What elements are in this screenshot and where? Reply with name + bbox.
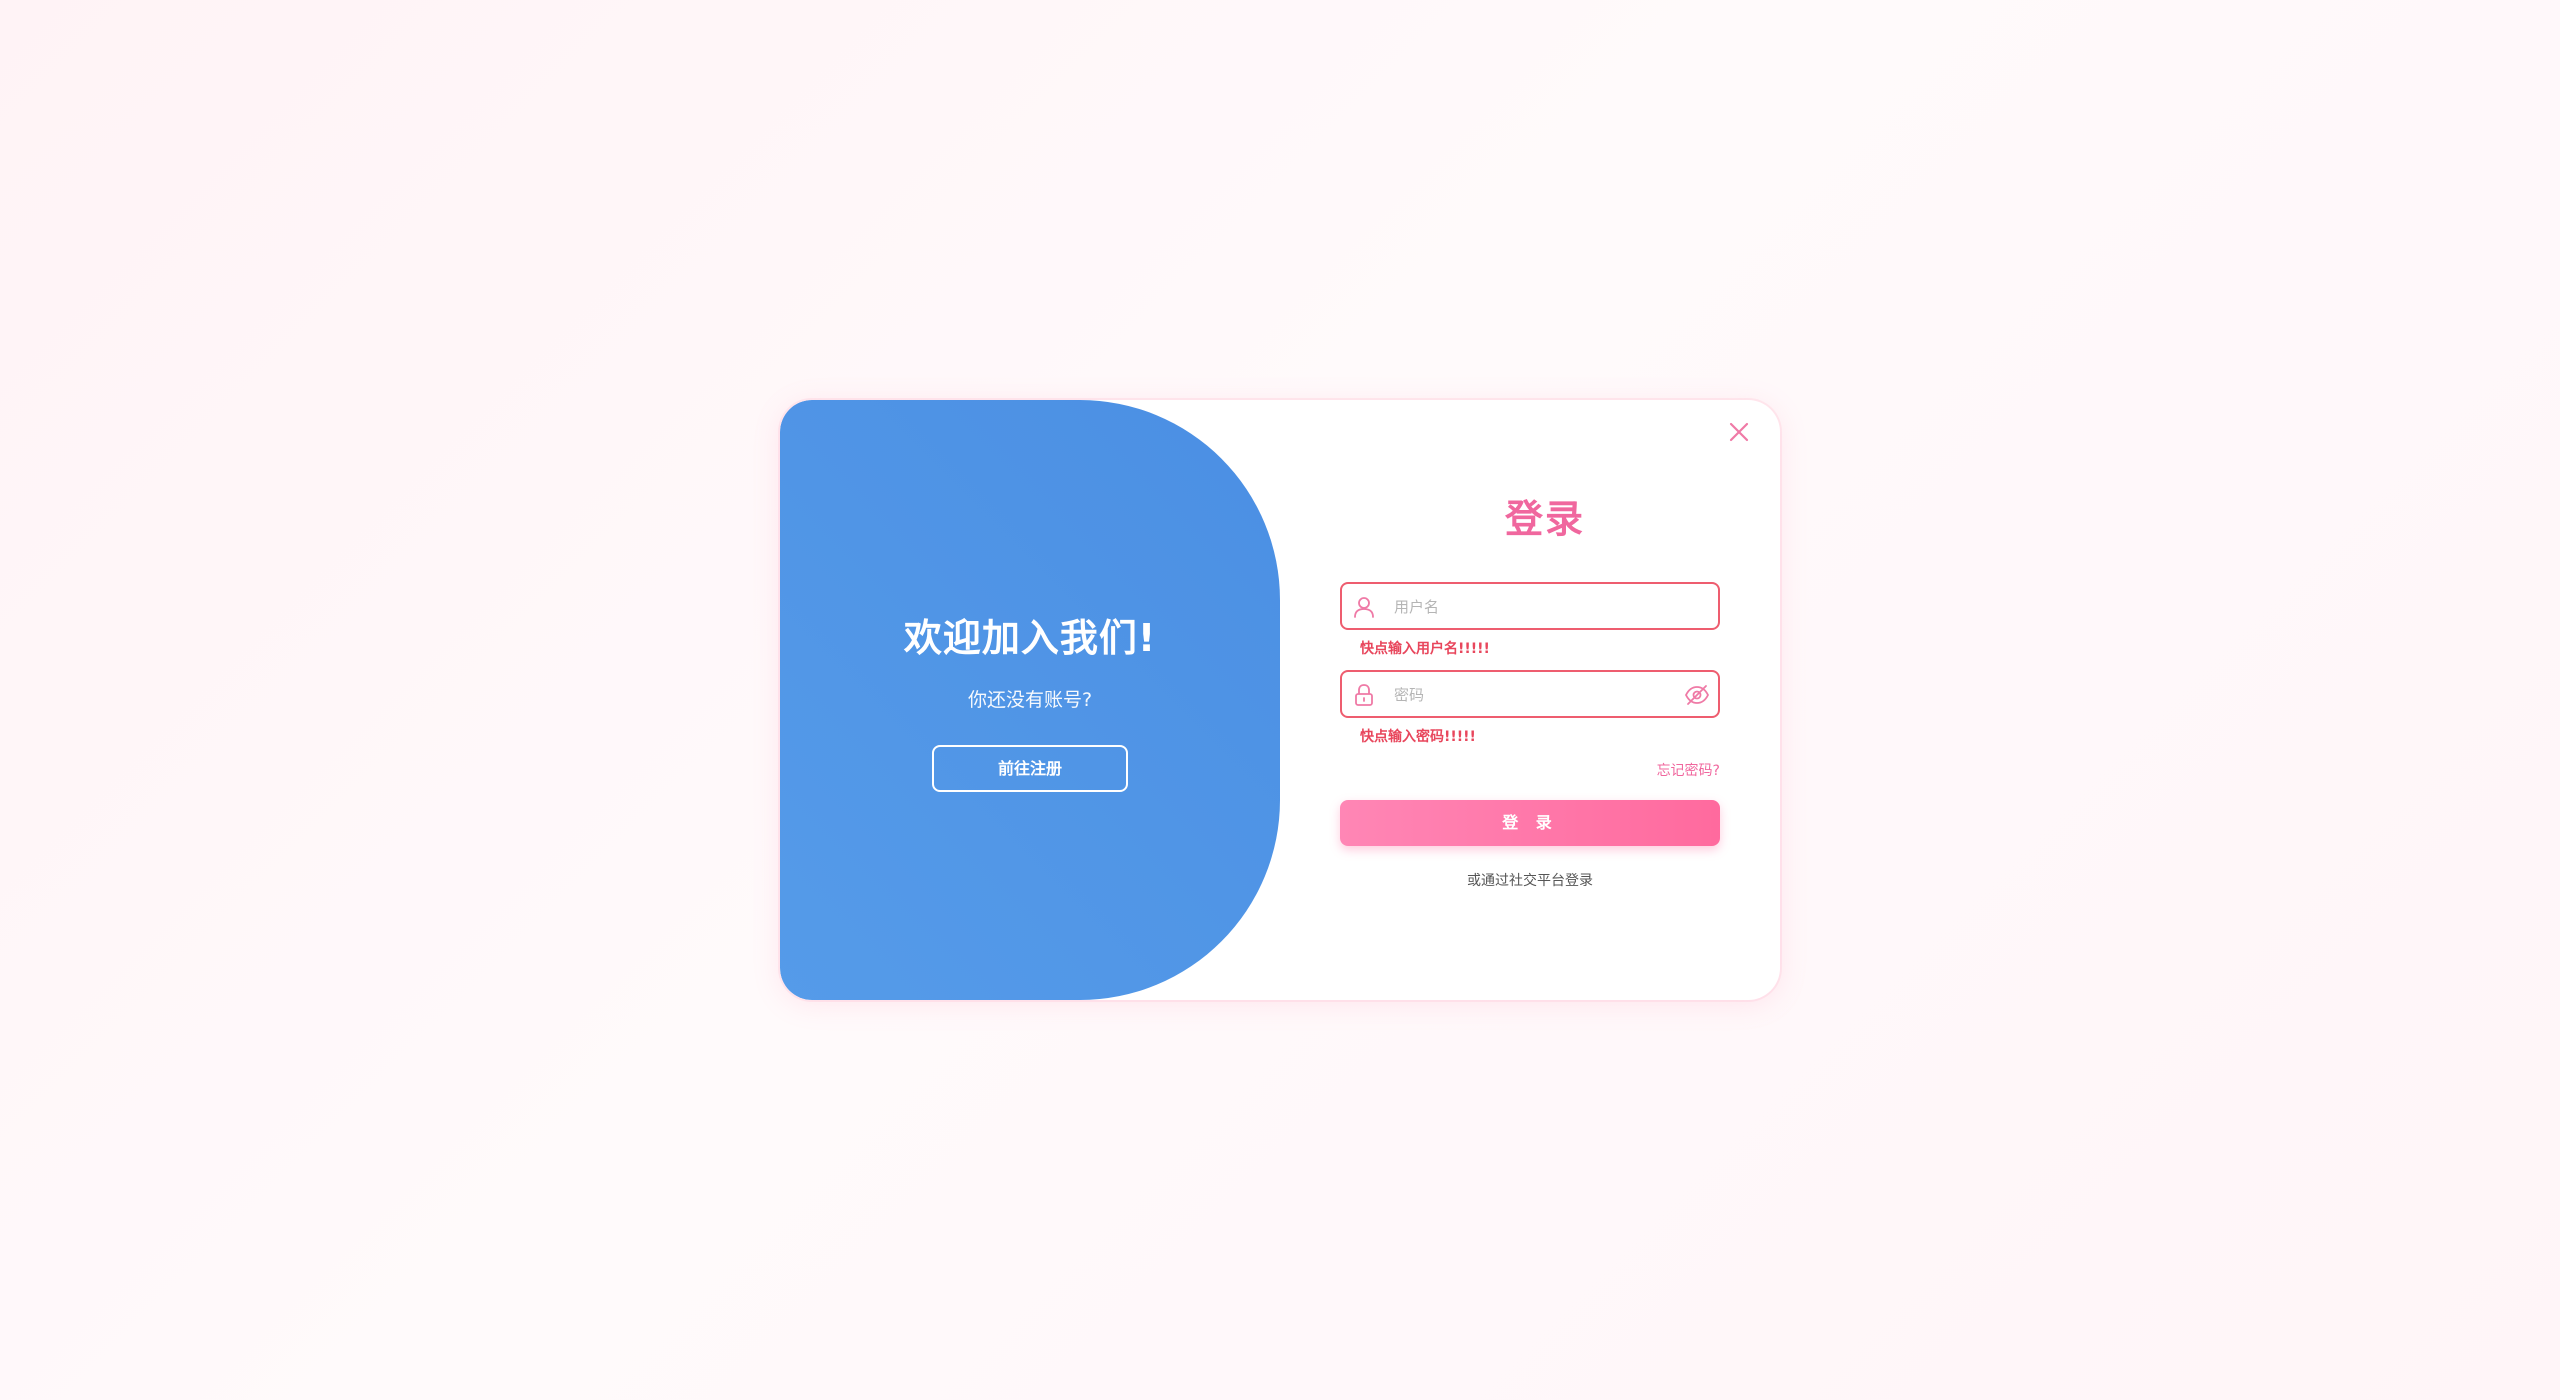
username-input[interactable] [1392, 584, 1686, 630]
password-field [1340, 670, 1720, 718]
username-field [1340, 582, 1720, 630]
social-login-text: 或通过社交平台登录 [1467, 873, 1593, 889]
forgot-password-link[interactable]: 忘记密码? [1560, 760, 1720, 780]
lock-icon [1352, 683, 1376, 707]
go-register-button[interactable]: 前往注册 [932, 745, 1128, 792]
password-input[interactable] [1392, 672, 1686, 718]
welcome-title: 欢迎加入我们! [903, 616, 1157, 660]
eye-off-icon[interactable] [1684, 683, 1710, 707]
login-title: 登录 [1504, 497, 1585, 541]
password-error: 快点输入密码!!!!! [1360, 729, 1476, 745]
login-button[interactable]: 登 录 [1340, 800, 1720, 846]
close-icon[interactable] [1726, 419, 1752, 445]
welcome-subtitle: 你还没有账号? [967, 689, 1093, 711]
username-error: 快点输入用户名!!!!! [1360, 641, 1490, 657]
login-card: 欢迎加入我们! 你还没有账号? 前往注册 登录 快点输入用户名!!!!! [780, 400, 1780, 1000]
user-icon [1352, 595, 1376, 619]
welcome-panel: 欢迎加入我们! 你还没有账号? 前往注册 [780, 400, 1280, 1000]
